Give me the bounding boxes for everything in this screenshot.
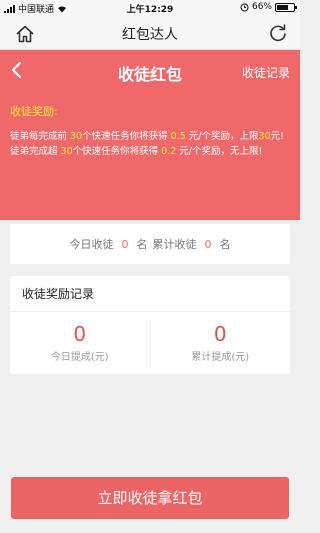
total-recruit-count: 0 [204,237,212,251]
alarm-icon [240,3,249,11]
rule1-text-c: 元/个奖励，上限 [185,131,259,142]
recruit-now-button[interactable]: 立即收徒拿红包 [11,477,289,519]
today-commission-value: 0 [73,322,87,346]
rule2-text-c: 元/个奖励，无上限! [176,146,263,157]
rules-heading: 收徒奖励: [10,105,58,118]
rule-line-2: 徒弟完成超 30个快速任务你将获得 0.2 元/个奖励，无上限! [10,144,290,159]
rule-line-1: 徒弟每完成前 30个快速任务你将获得 0.5 元/个奖励，上限30元! [10,129,290,144]
reward-records-card: 收徒奖励记录 0 今日提成(元) 0 累计提成(元) [10,276,290,374]
records-title: 收徒奖励记录 [10,276,290,312]
records-stats: 0 今日提成(元) 0 累计提成(元) [10,312,290,374]
reward-rules: 收徒奖励: 徒弟每完成前 30个快速任务你将获得 0.5 元/个奖励，上限30元… [10,104,290,159]
today-commission-label: 今日提成(元) [50,352,109,363]
battery-fill [277,4,288,10]
rule1-text-a: 徒弟每完成前 [10,131,71,142]
total-commission: 0 累计提成(元) [149,320,291,366]
page-nav-bar: 收徒红包 收徒记录 [0,50,300,92]
battery-percent: 66% [251,2,272,12]
today-recruit-count: 0 [121,237,129,251]
records-link[interactable]: 收徒记录 [242,64,290,81]
total-recruit-label: 累计收徒 [152,238,197,251]
reward-banner: 收徒红包 收徒记录 收徒奖励: 徒弟每完成前 30个快速任务你将获得 0.5 元… [0,50,300,220]
refresh-icon[interactable] [268,23,288,43]
status-bar: 中国联通 上午12:29 66% [0,0,300,16]
app-title: 红包达人 [122,27,178,43]
banner-zigzag-edge [0,212,300,220]
rule2-amount: 0.2 [161,146,177,157]
total-commission-label: 累计提成(元) [191,352,250,363]
rule1-amount: 0.5 [170,131,186,142]
rule1-text-b: 个快速任务你将获得 [82,131,171,142]
rule2-count: 30 [60,146,73,157]
battery-icon [275,2,297,12]
today-recruit-label: 今日收徒 [69,238,114,251]
total-recruit-unit: 名 [219,238,231,251]
rule1-limit: 30 [258,131,271,142]
today-recruit-unit: 名 [136,238,148,251]
total-commission-value: 0 [213,322,227,346]
rule2-text-a: 徒弟完成超 [10,146,61,157]
app-header: 红包达人 [0,16,300,50]
rule2-text-b: 个快速任务你将获得 [72,146,162,157]
rule1-count: 30 [70,131,83,142]
today-summary-card: 今日收徒 0 名 累计收徒 0 名 [10,224,290,264]
today-commission: 0 今日提成(元) [10,312,150,374]
status-right: 66% [240,2,297,12]
rule1-text-d: 元! [270,131,284,142]
